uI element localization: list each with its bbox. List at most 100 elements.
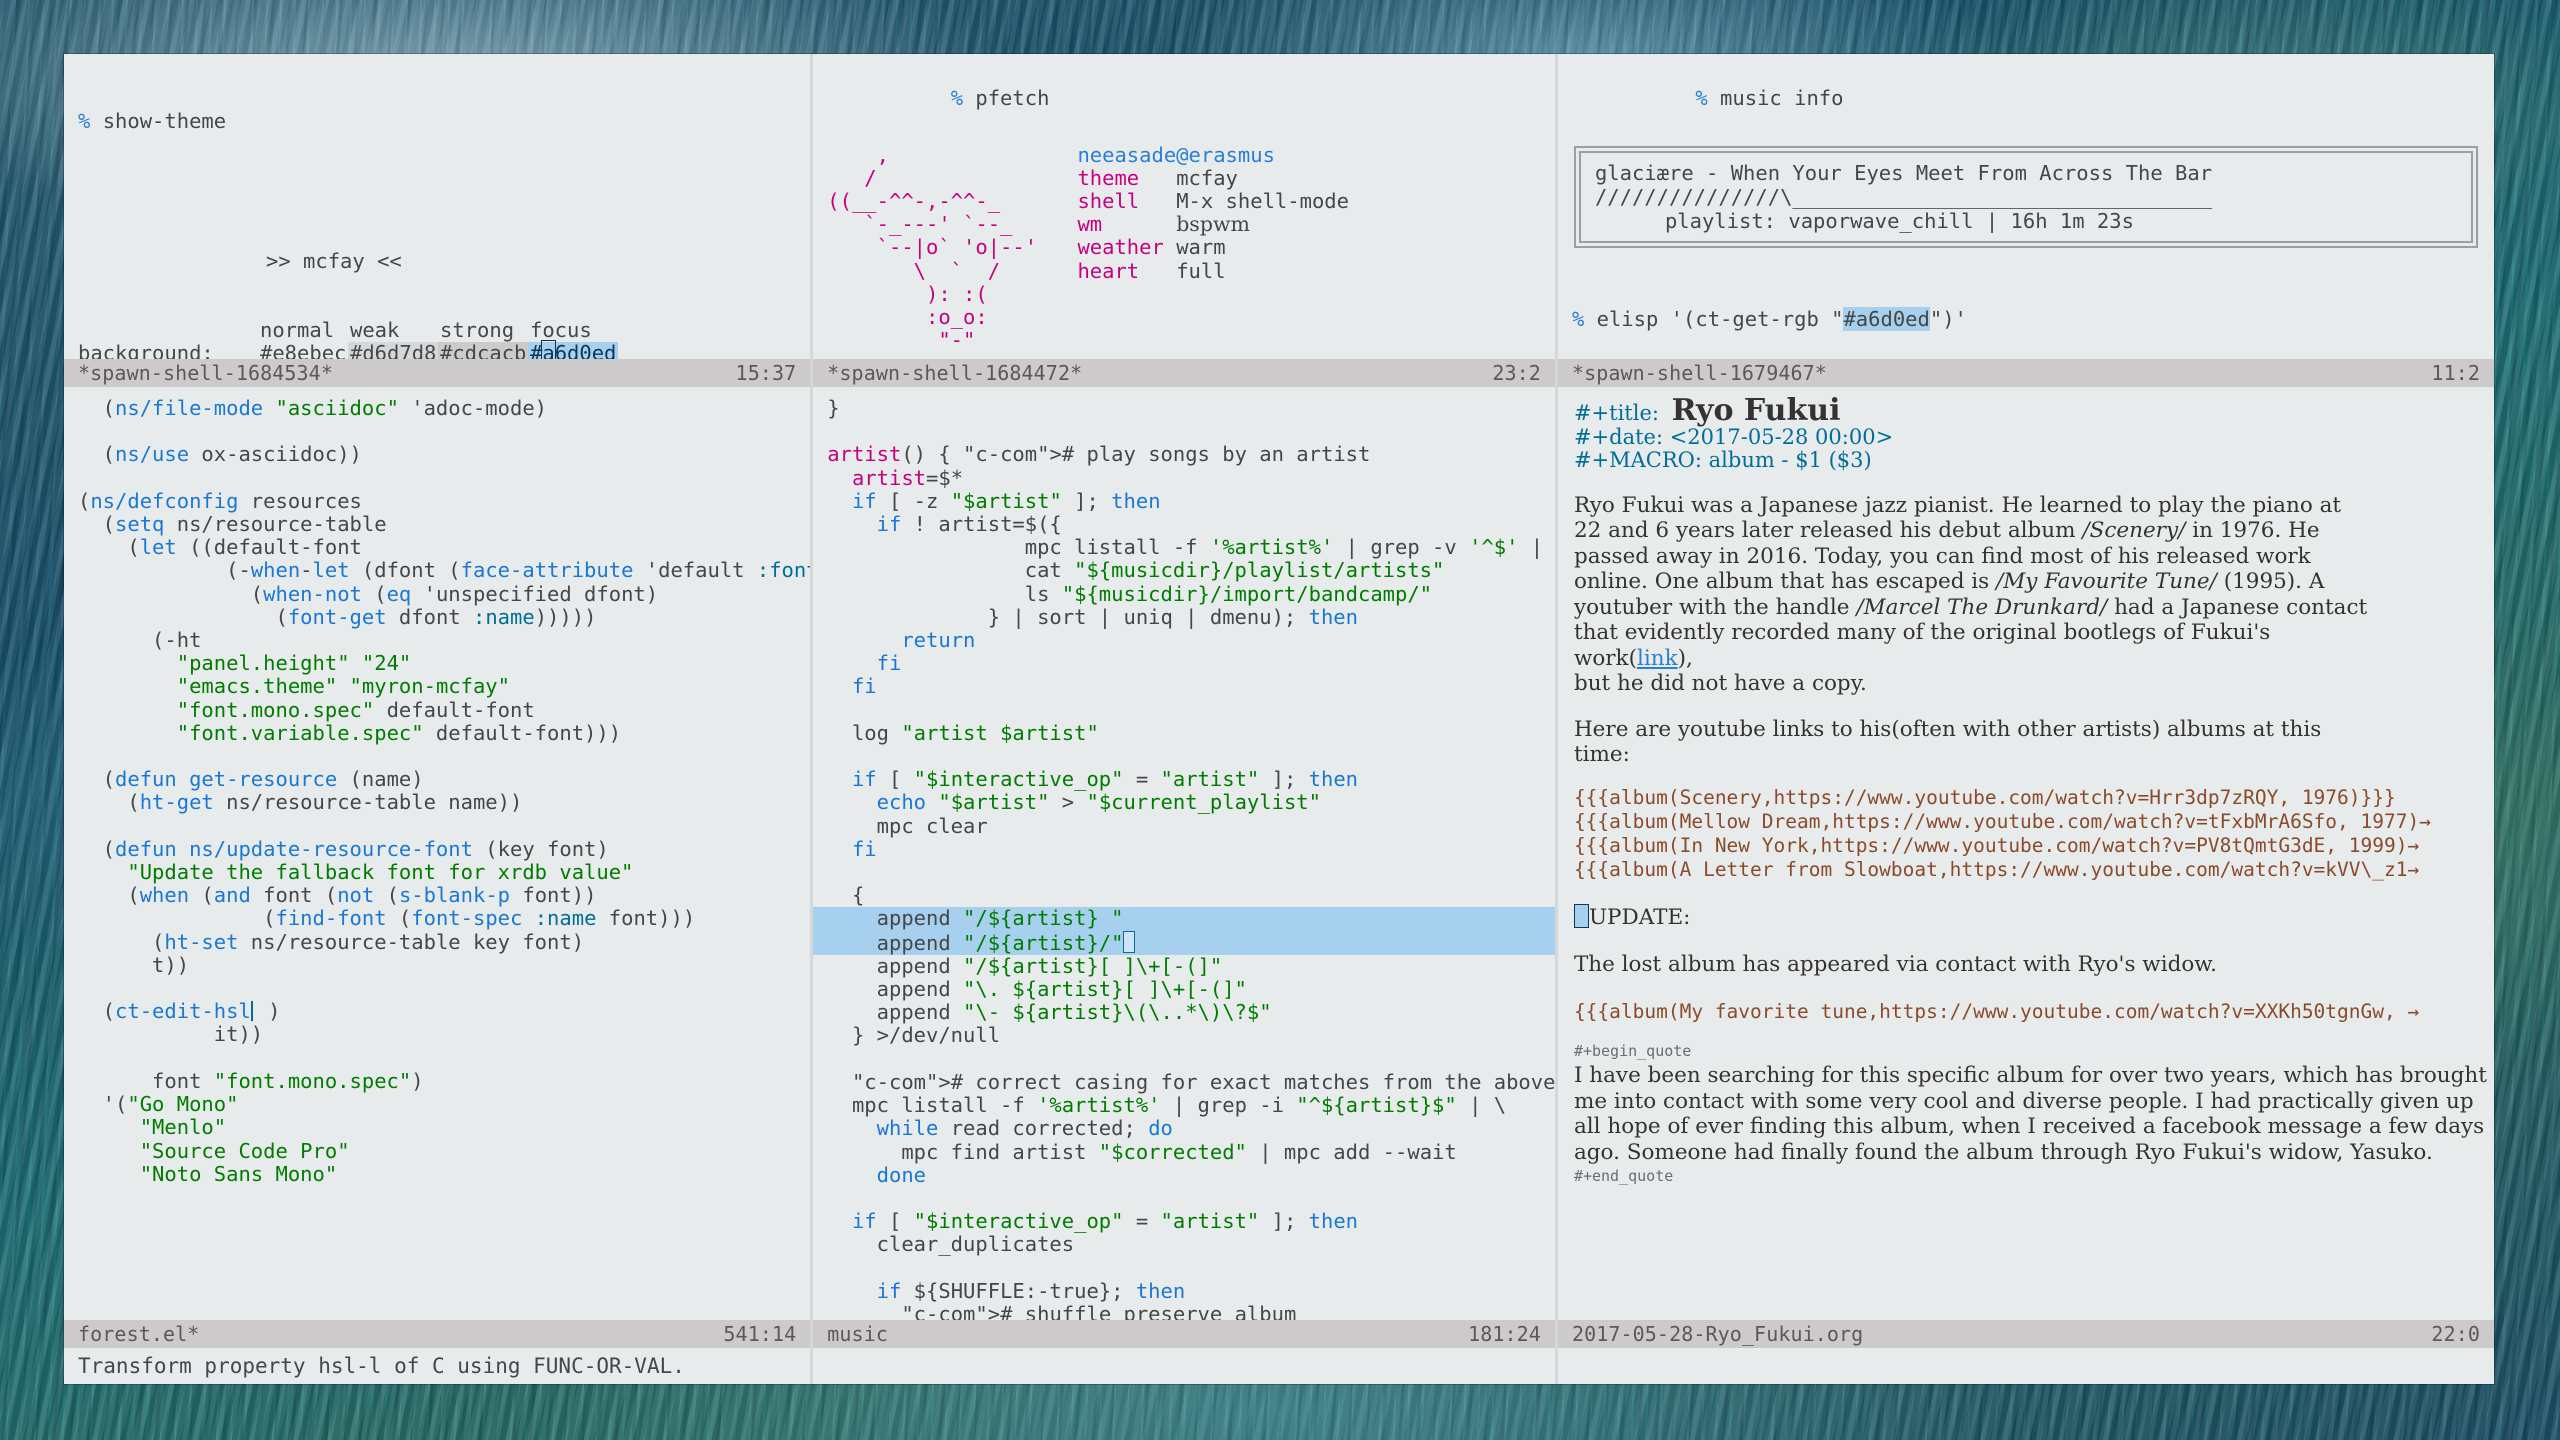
org-album-macro-list: {{{album(Scenery,https://www.youtube.com… [1574,786,2494,882]
pfetch-info-value: bspwm [1176,212,1250,237]
theme-column-header: normal [260,318,335,343]
code-line-behind-popup [78,1047,810,1070]
theme-row-label: background: [78,341,214,359]
theme-color-swatch: #d6d7d8 [348,342,438,359]
pfetch-user-host: neeasade@erasmus [1077,142,1275,167]
code-line: append "/${artist}/" [813,930,1555,955]
music-prompt-line: % music info [1558,54,2494,134]
shell-pane-show-theme[interactable]: % show-theme >> mcfay << normal weak stron… [64,54,811,359]
pfetch-info-key: wm [1077,212,1177,237]
now-playing-box-inner: glaciære - When Your Eyes Meet From Acro… [1578,150,2473,243]
code-line: echo "$artist" > "$current_playlist" [876,790,1321,815]
code-line: "font.mono.spec" default-font [176,697,535,722]
theme-color-swatch: #e8ebec [260,341,347,359]
code-line: "c-com"># correct casing for exact match… [851,1069,1555,1094]
left-buffer-file-name: forest.el* [78,1322,200,1346]
right-top-position: 11:2 [2431,361,2480,385]
org-album-macro: {{{album(Mellow Dream,https://www.youtub… [1573,809,2431,833]
org-paragraph-2: Here are youtube links to his(often with… [1574,717,2494,768]
elisp-buffer-pane[interactable]: (ns/file-mode "asciidoc" 'adoc-mode) (ns… [64,387,811,1320]
right-bottom-modeline[interactable]: 2017-05-28-Ryo_Fukui.org 22:0 [1557,1320,2494,1348]
pfetch-output: , / ((__-^^-,-^^-_ `-_---' `--_ `--|o` '… [813,134,1555,353]
elisp-eval-block: % elisp '(ct-get-rgb "#a6d0ed")' (65.098… [1558,248,2494,359]
right-top-modeline[interactable]: *spawn-shell-1679467* 11:2 [1557,359,2494,387]
mid-echo-area [813,1348,1555,1384]
org-paragraph-2-line2: time: [1573,742,1630,768]
shell-script-source: } artist() { "c-com"># play songs by an … [813,387,1555,1320]
org-album-macro: {{{album(Scenery,https://www.youtube.com… [1573,785,2396,809]
now-playing-playlist: playlist: vaporwave_chill | 16h 1m 23s [1664,208,2134,233]
org-update-album-macro: {{{album(My favorite tune,https://www.yo… [1574,1000,2494,1024]
show-theme-output: % show-theme >> mcfay << normal weak stron… [64,54,810,359]
theme-column-header: weak [350,318,400,343]
echo-area: Transform property hsl-l of C using FUNC… [64,1348,811,1384]
shell-command: music info [1720,86,1844,111]
code-line-behind-popup: it)) [78,1022,264,1047]
code-line: "c-com"># shuffle_preserve_album [901,1301,1297,1320]
shell-script-pane[interactable]: } artist() { "c-com"># play songs by an … [813,387,1555,1320]
now-playing-box: glaciære - When Your Eyes Meet From Acro… [1573,145,2478,248]
code-line: if [ "$interactive_op" = "artist" ]; the… [851,1209,1359,1234]
theme-color-swatch: #a6d0ed [528,340,618,359]
theme-table-header-row: normal weak strong focus [78,319,810,342]
shell-command: pfetch [975,86,1050,111]
theme-column-header: focus [530,318,592,343]
left-top-modeline[interactable]: *spawn-shell-1684534* 15:37 [64,359,811,387]
pfetch-info-key: heart [1077,258,1177,283]
code-line: t)) [78,952,190,977]
code-line-behind-popup: '("Go Mono" [78,1092,239,1117]
pfetch-prompt-line: % pfetch [813,54,1555,134]
left-bottom-modeline[interactable]: forest.el* 541:14 [64,1320,811,1348]
code-line: mpc find artist "$corrected" | mpc add -… [827,1139,1457,1164]
pfetch-info-row: heart full [1077,258,1349,283]
left-top-position: 15:37 [735,361,797,385]
org-document-pane[interactable]: #+title: Ryo Fukui #+date: <2017-05-28 0… [1557,387,2494,1320]
code-line: (when-not (eq 'unspecified dfont) [78,581,659,606]
org-link[interactable]: link [1637,646,1678,671]
code-line: fi [851,674,877,699]
org-update-heading-line: UPDATE: [1573,903,2494,931]
shell-pane-music-info[interactable]: % music info glaciære - When Your Eyes M… [1557,54,2494,359]
theme-color-table: normal weak strong focus background: #e8ebec #… [78,319,810,359]
pfetch-info-key: weather [1077,235,1177,260]
elisp-source-code-behind-popup: it)) font "font.mono.spec") '("Go Mono" … [64,1022,810,1186]
code-line: mpc listall -f '%artist%' | grep -i "^${… [827,1093,1507,1118]
mid-bottom-modeline[interactable]: music 181:24 [813,1320,1555,1348]
pfetch-info-value: warm [1176,235,1226,260]
code-line: return [901,628,976,653]
code-line: append "\- ${artist}\(\..*\)\?$" [827,1000,1272,1025]
echo-message: Transform property hsl-l of C using FUNC… [78,1354,685,1378]
code-line: while read corrected; do [876,1116,1173,1141]
code-line: if ${SHUFFLE:-true}; then [876,1278,1186,1303]
code-line: done [876,1162,927,1187]
code-line: } | sort | uniq | dmenu); then [827,604,1358,629]
pfetch-info-value: M-x shell-mode [1176,189,1349,214]
org-begin-quote: #+begin_quote [1573,1041,1692,1060]
pfetch-info-value: mcfay [1176,165,1238,190]
code-line: artist() { "c-com"># play songs by an ar… [827,442,1371,467]
code-line: (ns/defconfig resources [78,488,362,513]
code-line: mpc listall -f '%artist%' | grep -v '^$'… [827,535,1544,560]
org-paragraph-1: Ryo Fukui was a Japanese jazz pianist. H… [1573,492,2368,697]
mid-top-modeline[interactable]: *spawn-shell-1684472* 23:2 [813,359,1555,387]
code-line: (defun ns/update-resource-font (key font… [78,836,609,861]
theme-table-corner [78,319,258,342]
code-line: ls "${musicdir}/import/bandcamp/" [827,581,1433,606]
pfetch-info-row: wm bspwm [1077,213,1349,236]
mid-top-position: 23:2 [1492,361,1541,385]
pfetch-info-row: weather warm [1077,236,1349,259]
code-line: "Update the fallback font for xrdb value… [127,860,634,885]
shell-pane-pfetch[interactable]: % pfetch , / ((__-^^-,-^^-_ `-_---' `--_… [813,54,1555,359]
right-top-buffer-name: *spawn-shell-1679467* [1571,361,1827,385]
code-line: artist=$* [851,465,964,490]
code-line: fi [851,836,877,861]
code-line: (let ((default-font [78,535,362,560]
code-line: append "/${artist}[ ]\+[-(]" [827,953,1223,978]
code-line: "panel.height" "24" [176,651,412,676]
org-title-value: Ryo Fukui [1671,393,1841,428]
